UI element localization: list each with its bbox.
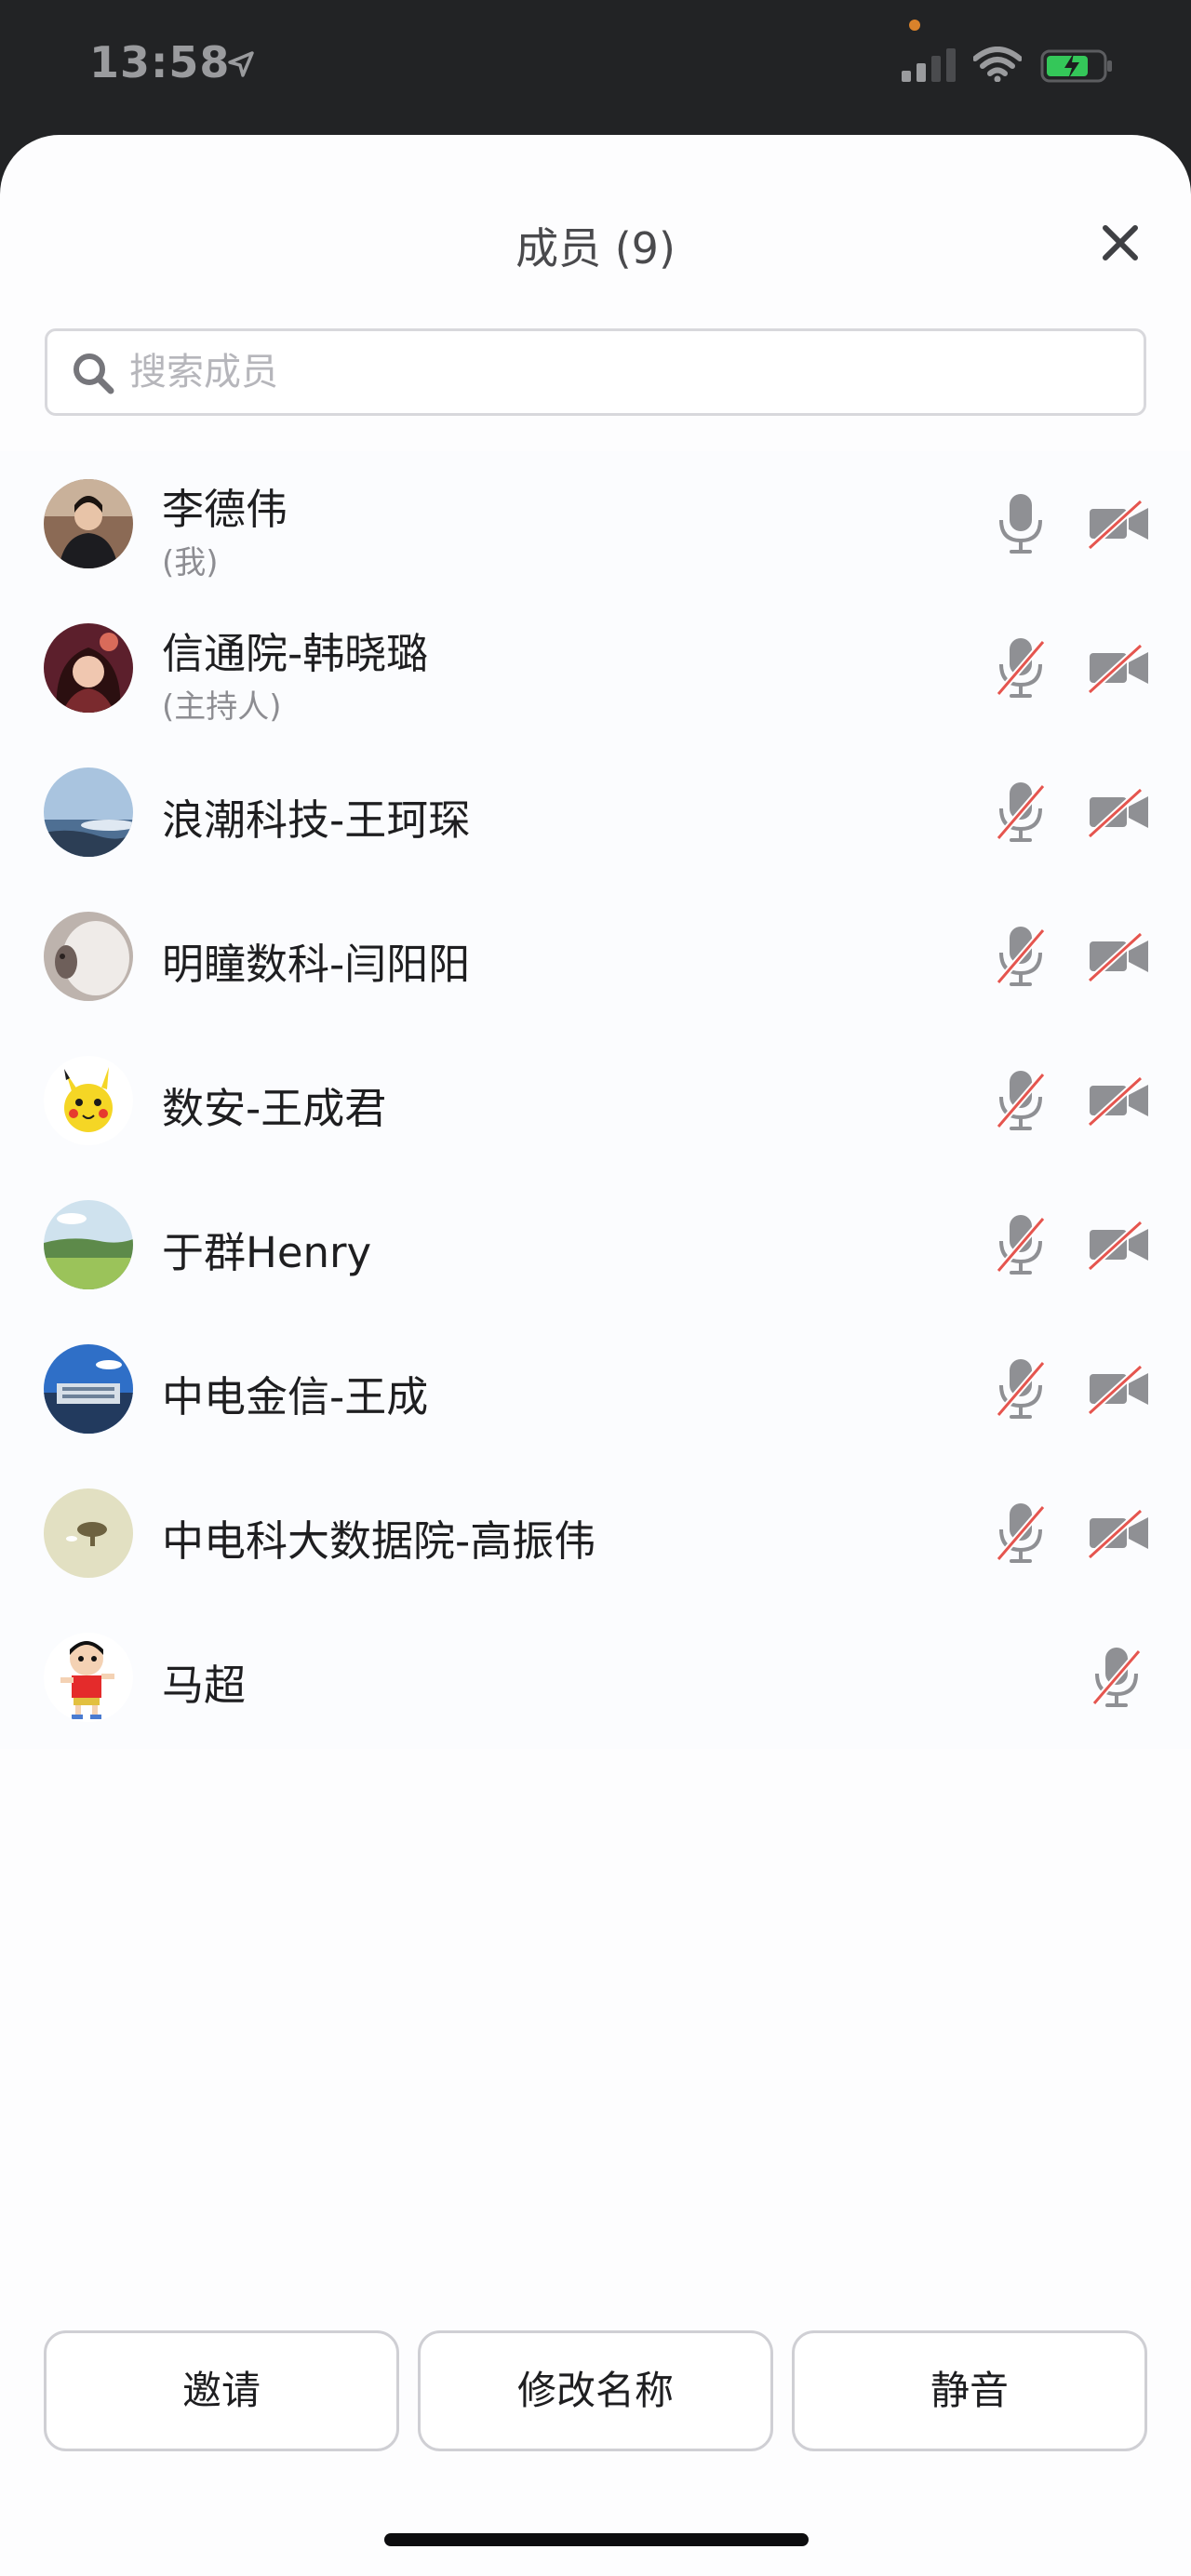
member-row[interactable]: 中电科大数据院-高振伟 [0, 1461, 1191, 1605]
member-name: 浪潮科技-王珂琛 [162, 795, 471, 845]
camera-off-icon[interactable] [1087, 1507, 1152, 1559]
microphone-muted-icon[interactable] [993, 1355, 1049, 1422]
member-row[interactable]: 中电金信-王成 [0, 1316, 1191, 1461]
member-name: 李德伟 [162, 485, 288, 534]
camera-off-icon[interactable] [1087, 498, 1152, 550]
camera-off-icon[interactable] [1087, 642, 1152, 694]
search-box[interactable] [45, 328, 1146, 416]
member-name: 信通院-韩晓璐 [162, 629, 429, 678]
microphone-muted-icon[interactable] [993, 1500, 1049, 1567]
camera-off-icon[interactable] [1087, 1074, 1152, 1127]
search-input[interactable] [129, 331, 1125, 413]
avatar [44, 623, 133, 713]
member-name: 明瞳数科-闫阳阳 [162, 940, 471, 989]
microphone-muted-icon[interactable] [993, 1067, 1049, 1134]
avatar [44, 1633, 133, 1722]
invite-button[interactable]: 邀请 [44, 2330, 399, 2451]
camera-off-icon[interactable] [1087, 786, 1152, 838]
member-name: 中电科大数据院-高振伟 [162, 1516, 596, 1566]
member-name: 数安-王成君 [162, 1084, 387, 1133]
avatar [44, 1344, 133, 1434]
microphone-muted-icon[interactable] [993, 779, 1049, 846]
signal-icon [902, 48, 956, 82]
avatar [44, 1200, 133, 1289]
home-indicator[interactable] [384, 2533, 809, 2546]
member-row[interactable]: 李德伟 (我) [0, 451, 1191, 595]
avatar [44, 1488, 133, 1578]
microphone-muted-icon[interactable] [993, 923, 1049, 990]
microphone-muted-icon[interactable] [1089, 1644, 1144, 1711]
wifi-icon [973, 47, 1022, 82]
microphone-muted-icon[interactable] [993, 1211, 1049, 1278]
member-row[interactable]: 明瞳数科-闫阳阳 [0, 884, 1191, 1028]
status-bar: 13:58 [0, 0, 1191, 135]
member-role: (主持人) [162, 688, 282, 726]
microphone-icon[interactable] [993, 490, 1049, 557]
search-icon [74, 354, 114, 394]
member-row[interactable]: 于群Henry [0, 1172, 1191, 1316]
avatar [44, 1056, 133, 1145]
member-name: 马超 [162, 1661, 247, 1710]
sheet-title: 成员 (9) [515, 223, 676, 274]
member-name: 于群Henry [162, 1228, 372, 1277]
member-role: (我) [162, 544, 219, 581]
mute-all-button[interactable]: 静音 [792, 2330, 1147, 2451]
member-list: 李德伟 (我) 信通院-韩晓璐 (主持人) 浪潮科技-王珂琛 明瞳数科-闫阳阳 … [0, 451, 1191, 1749]
member-row[interactable]: 马超 [0, 1605, 1191, 1749]
member-row[interactable]: 浪潮科技-王珂琛 [0, 740, 1191, 884]
status-time: 13:58 [89, 37, 231, 87]
camera-off-icon[interactable] [1087, 1219, 1152, 1271]
privacy-indicator-dot [909, 20, 920, 31]
microphone-muted-icon[interactable] [993, 634, 1049, 701]
avatar [44, 767, 133, 857]
avatar [44, 912, 133, 1001]
location-arrow-icon [228, 51, 254, 77]
member-name: 中电金信-王成 [162, 1372, 429, 1421]
avatar [44, 479, 133, 568]
battery-charging-icon [1040, 49, 1112, 83]
member-row[interactable]: 信通院-韩晓璐 (主持人) [0, 595, 1191, 740]
members-sheet: 成员 (9) 李德伟 (我) [0, 135, 1191, 2576]
camera-off-icon[interactable] [1087, 1363, 1152, 1415]
close-icon[interactable] [1092, 215, 1148, 271]
camera-off-icon[interactable] [1087, 930, 1152, 982]
member-row[interactable]: 数安-王成君 [0, 1028, 1191, 1172]
rename-button[interactable]: 修改名称 [418, 2330, 773, 2451]
